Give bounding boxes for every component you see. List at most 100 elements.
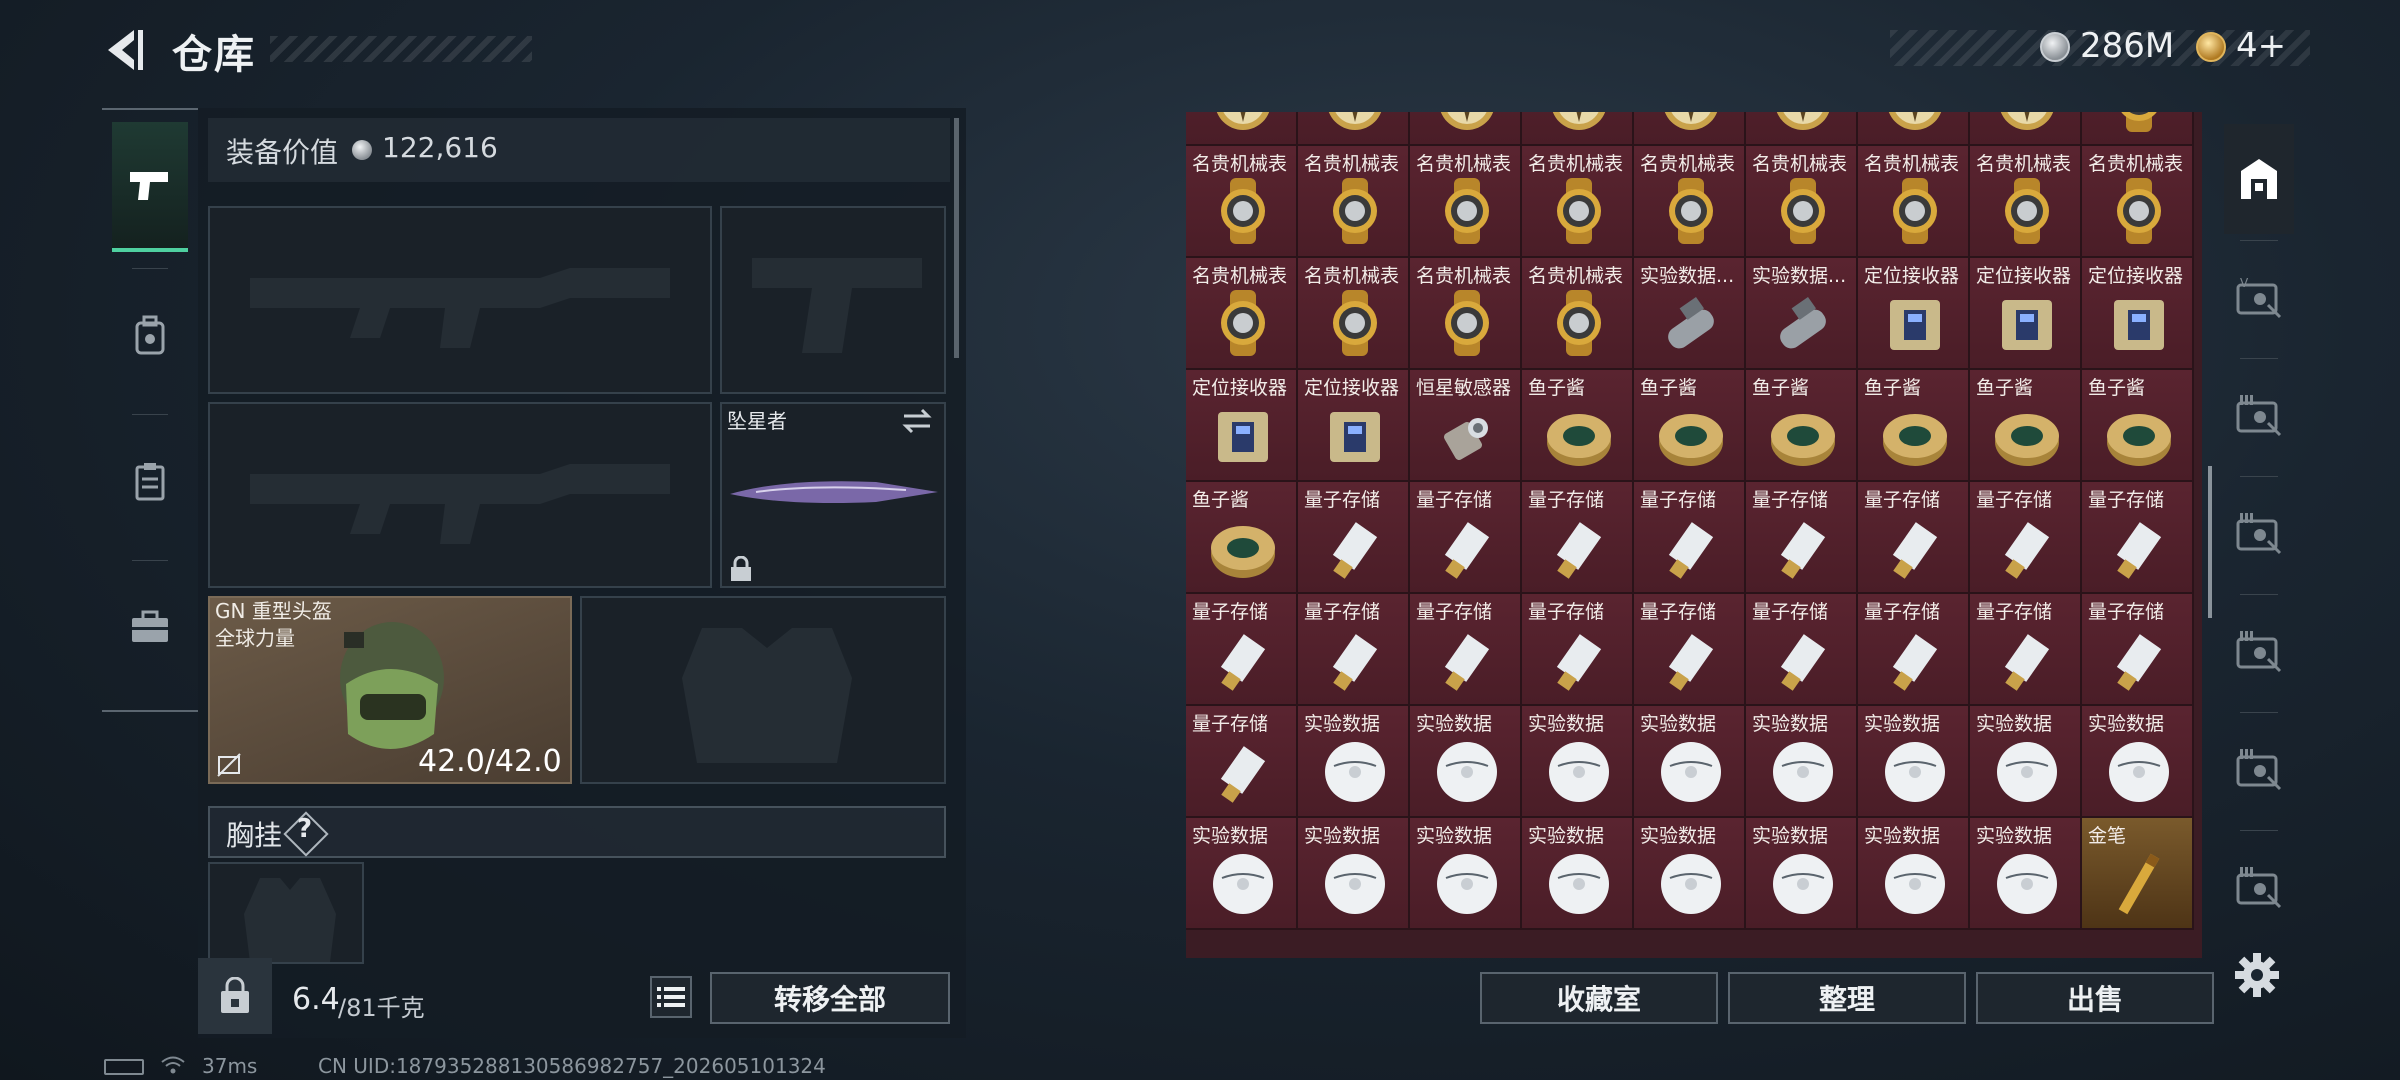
storage-item[interactable] [1746,112,1858,146]
storage-item[interactable]: 量子存储 [1410,594,1522,706]
collection-button[interactable]: 收藏室 [1480,972,1718,1024]
transfer-all-button[interactable]: 转移全部 [710,972,950,1024]
storage-item[interactable]: 实验数据 [1634,706,1746,818]
storage-item[interactable]: 量子存储 [1298,594,1410,706]
storage-item[interactable] [2082,112,2194,146]
storage-item[interactable]: 实验数据 [1298,706,1410,818]
storage-item[interactable]: 量子存储 [1522,594,1634,706]
storage-item[interactable]: 实验数据... [1634,258,1746,370]
storage-item[interactable]: 量子存储 [1970,594,2082,706]
storage-item[interactable]: 名贵机械表 [2082,146,2194,258]
armor-slot[interactable] [580,596,946,784]
pistol-slot[interactable] [720,206,946,394]
storage-item[interactable]: 名贵机械表 [1970,146,2082,258]
storage-item[interactable]: 名贵机械表 [1746,146,1858,258]
storage-item[interactable]: 量子存储 [1634,482,1746,594]
storage-item[interactable] [1522,112,1634,146]
storage-item[interactable]: 金笔 [2082,818,2194,930]
storage-item[interactable]: 名贵机械表 [1410,146,1522,258]
storage-item[interactable]: 量子存储 [1410,482,1522,594]
storage-item[interactable]: 量子存储 [1970,482,2082,594]
storage-item[interactable]: 名贵机械表 [1522,258,1634,370]
storage-item[interactable]: 实验数据 [1858,818,1970,930]
settings-gear-icon[interactable] [2234,952,2280,998]
storage-item[interactable]: 实验数据 [1298,818,1410,930]
storage-item[interactable]: 名贵机械表 [1858,146,1970,258]
nav-backpack[interactable] [112,270,188,400]
tab-level3-card-4[interactable] [2224,714,2294,824]
tab-safe[interactable] [2224,124,2294,234]
storage-item[interactable] [1634,112,1746,146]
storage-item[interactable]: 实验数据 [1410,818,1522,930]
storage-item[interactable]: 实验数据 [1858,706,1970,818]
storage-item[interactable]: 鱼子酱 [2082,370,2194,482]
tab-level3-card-3[interactable] [2224,596,2294,706]
storage-item[interactable]: 量子存储 [1858,482,1970,594]
storage-item[interactable]: 量子存储 [1858,594,1970,706]
storage-item[interactable] [1186,112,1298,146]
storage-item[interactable]: 实验数据 [1522,818,1634,930]
storage-item[interactable]: 实验数据 [1970,706,2082,818]
storage-item[interactable]: 鱼子酱 [1522,370,1634,482]
storage-item[interactable]: 量子存储 [2082,482,2194,594]
tab-level3-card-1[interactable] [2224,360,2294,470]
equipment-scrollbar[interactable] [954,118,959,358]
back-arrow-icon[interactable] [100,26,148,74]
storage-item[interactable]: 量子存储 [1746,594,1858,706]
storage-item[interactable]: 名贵机械表 [1298,146,1410,258]
storage-item[interactable]: 名贵机械表 [1522,146,1634,258]
storage-item-label: 量子存储 [1304,601,1381,623]
nav-weapons[interactable] [112,122,188,252]
organize-button[interactable]: 整理 [1728,972,1966,1024]
storage-item[interactable] [1858,112,1970,146]
storage-item[interactable]: 名贵机械表 [1298,258,1410,370]
nav-vest[interactable] [112,416,188,546]
storage-scrollbar[interactable] [2208,466,2212,618]
primary-weapon-slot[interactable] [208,206,712,394]
swap-icon[interactable] [900,408,934,434]
storage-item[interactable]: 量子存储 [1634,594,1746,706]
storage-item[interactable]: 实验数据 [1746,818,1858,930]
storage-item[interactable]: 定位接收器 [2082,258,2194,370]
tab-level3-card-2[interactable] [2224,478,2294,588]
storage-item[interactable]: 定位接收器 [1970,258,2082,370]
storage-item[interactable]: 量子存储 [1746,482,1858,594]
secondary-weapon-slot[interactable] [208,402,712,588]
tab-vip-card[interactable]: V [2224,242,2294,352]
storage-item[interactable] [1970,112,2082,146]
storage-item[interactable]: 实验数据 [1410,706,1522,818]
storage-item[interactable]: 量子存储 [2082,594,2194,706]
storage-item[interactable] [1410,112,1522,146]
storage-item[interactable]: 实验数据 [1186,818,1298,930]
storage-item[interactable]: 实验数据 [2082,706,2194,818]
sell-button[interactable]: 出售 [1976,972,2214,1024]
storage-item[interactable]: 恒星敏感器 [1410,370,1522,482]
tab-level3-card-5[interactable] [2224,832,2294,942]
storage-item[interactable]: 鱼子酱 [1970,370,2082,482]
chest-rig-slot[interactable] [208,862,364,964]
storage-item[interactable]: 名贵机械表 [1186,146,1298,258]
storage-item[interactable]: 量子存储 [1522,482,1634,594]
storage-item[interactable]: 实验数据 [1522,706,1634,818]
nav-toolbox[interactable] [112,562,188,692]
storage-item[interactable]: 定位接收器 [1298,370,1410,482]
storage-item[interactable]: 实验数据... [1746,258,1858,370]
storage-item[interactable]: 实验数据 [1746,706,1858,818]
storage-item[interactable] [1298,112,1410,146]
storage-item[interactable]: 鱼子酱 [1634,370,1746,482]
storage-item[interactable]: 定位接收器 [1186,370,1298,482]
list-view-button[interactable] [650,976,692,1018]
storage-item[interactable]: 鱼子酱 [1746,370,1858,482]
storage-item[interactable]: 定位接收器 [1858,258,1970,370]
storage-item[interactable]: 名贵机械表 [1410,258,1522,370]
storage-item[interactable]: 实验数据 [1970,818,2082,930]
storage-item[interactable]: 名贵机械表 [1186,258,1298,370]
storage-item[interactable]: 实验数据 [1634,818,1746,930]
storage-item[interactable]: 量子存储 [1186,706,1298,818]
gold-value[interactable]: 4+ [2236,26,2286,66]
storage-item[interactable]: 鱼子酱 [1186,482,1298,594]
storage-item[interactable]: 量子存储 [1298,482,1410,594]
storage-item[interactable]: 量子存储 [1186,594,1298,706]
storage-item[interactable]: 名贵机械表 [1634,146,1746,258]
storage-item[interactable]: 鱼子酱 [1858,370,1970,482]
